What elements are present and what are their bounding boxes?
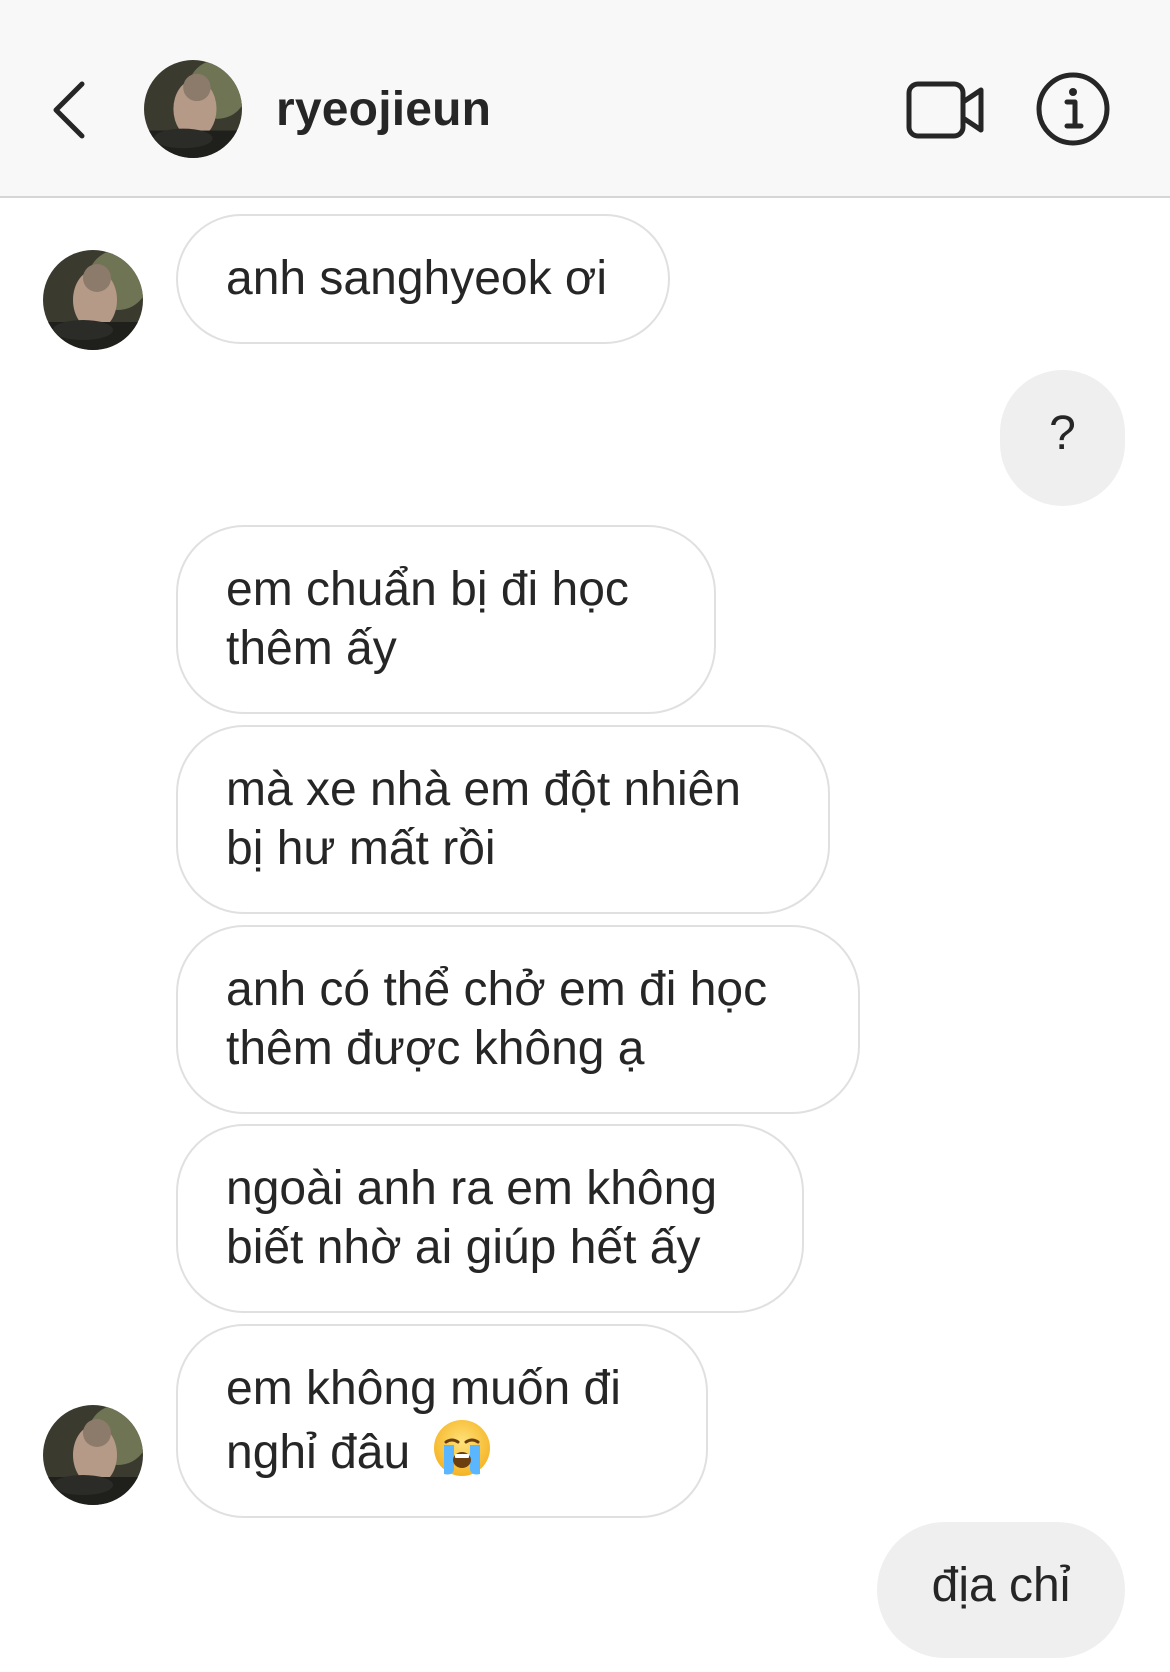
message-bubble-outgoing[interactable]: ? bbox=[1000, 370, 1125, 506]
message-text: anh sanghyeok ơi bbox=[226, 252, 608, 305]
message-text: mà xe nhà em đột nhiên bị hư mất rồi bbox=[226, 763, 741, 875]
back-button[interactable] bbox=[42, 68, 102, 152]
video-call-button[interactable] bbox=[905, 78, 989, 142]
message-bubble-outgoing[interactable]: địa chỉ bbox=[877, 1522, 1125, 1658]
info-circle-icon bbox=[1036, 72, 1110, 146]
chevron-left-icon bbox=[53, 81, 85, 139]
message-bubble-incoming[interactable]: anh sanghyeok ơi bbox=[176, 214, 670, 344]
message-bubble-incoming[interactable]: em không muốn đi nghỉ đâu bbox=[176, 1324, 708, 1518]
message-text: em không muốn đi nghỉ đâu bbox=[226, 1362, 621, 1479]
message-text: ngoài anh ra em không biết nhờ ai giúp h… bbox=[226, 1162, 718, 1274]
profile-photo bbox=[43, 1405, 143, 1505]
loudly-crying-face-icon bbox=[433, 1420, 490, 1476]
info-button[interactable] bbox=[1034, 70, 1112, 148]
chat-header: ryeojieun bbox=[0, 0, 1170, 198]
message-bubble-incoming[interactable]: anh có thể chở em đi học thêm được không… bbox=[176, 925, 860, 1114]
message-text: anh có thể chở em đi học thêm được không… bbox=[226, 963, 768, 1075]
sender-avatar[interactable] bbox=[43, 250, 143, 350]
sender-avatar[interactable] bbox=[43, 1405, 143, 1505]
chat-username[interactable]: ryeojieun bbox=[276, 80, 491, 140]
video-camera-icon bbox=[906, 81, 984, 139]
header-avatar[interactable] bbox=[144, 60, 242, 158]
message-text: ? bbox=[1049, 407, 1076, 460]
message-text: địa chỉ bbox=[931, 1559, 1071, 1612]
profile-photo bbox=[144, 60, 242, 158]
message-text: em chuẩn bị đi học thêm ấy bbox=[226, 563, 629, 675]
message-bubble-incoming[interactable]: mà xe nhà em đột nhiên bị hư mất rồi bbox=[176, 725, 830, 914]
profile-photo bbox=[43, 250, 143, 350]
message-bubble-incoming[interactable]: em chuẩn bị đi học thêm ấy bbox=[176, 525, 716, 714]
message-bubble-incoming[interactable]: ngoài anh ra em không biết nhờ ai giúp h… bbox=[176, 1124, 804, 1313]
